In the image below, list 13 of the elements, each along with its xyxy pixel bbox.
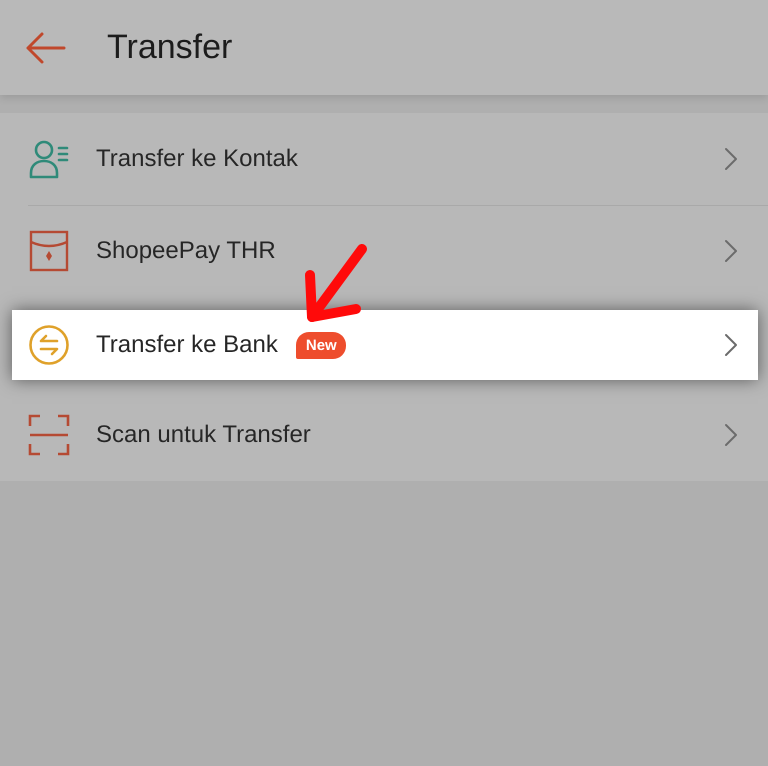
exchange-icon	[28, 324, 70, 366]
chevron-right-icon	[724, 423, 738, 447]
chevron-right-icon	[724, 239, 738, 263]
back-button[interactable]	[24, 30, 66, 64]
envelope-icon	[28, 230, 70, 272]
scan-icon	[28, 414, 70, 456]
new-badge: New	[296, 332, 346, 358]
contact-list-icon	[28, 138, 70, 180]
back-arrow-icon	[24, 30, 66, 64]
menu-item[interactable]: Transfer ke Bank New	[12, 310, 758, 380]
chevron-right-icon	[724, 333, 738, 357]
page-title: Transfer	[107, 28, 232, 67]
chevron-right-icon	[724, 147, 738, 171]
